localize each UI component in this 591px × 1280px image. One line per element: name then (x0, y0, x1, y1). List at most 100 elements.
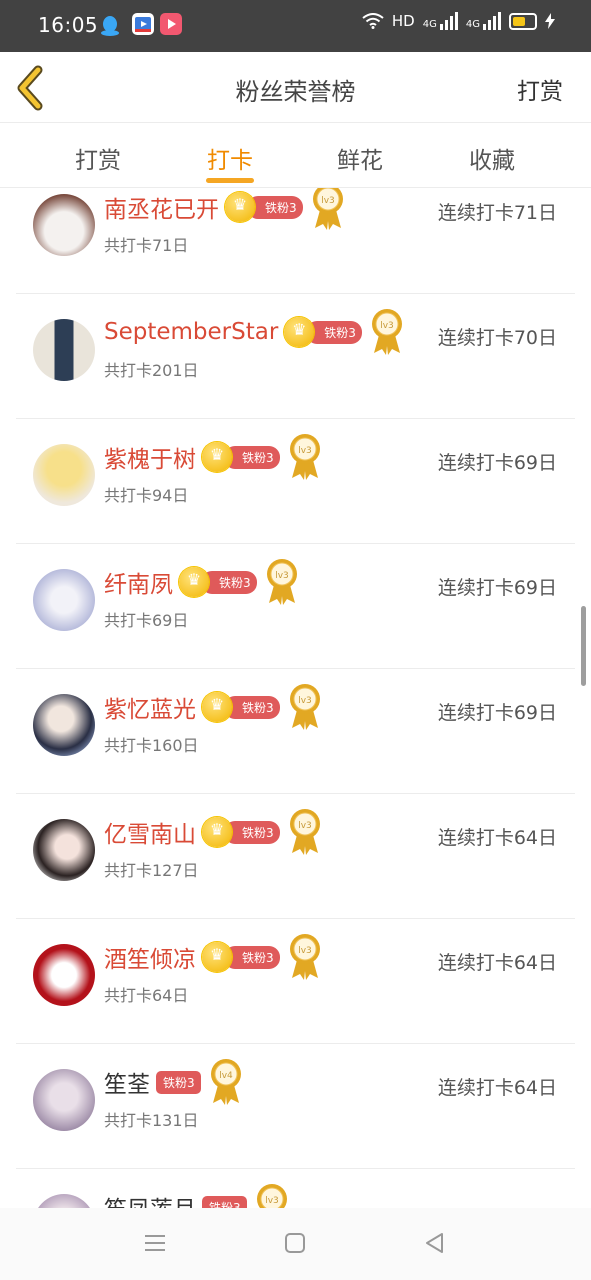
charging-icon (545, 13, 555, 29)
medal-lv3-icon: lv3 (289, 434, 320, 480)
avatar[interactable] (33, 1069, 95, 1131)
avatar[interactable] (33, 444, 95, 506)
total-checkins: 共打卡127日 (104, 861, 199, 880)
avatar[interactable] (33, 944, 95, 1006)
wifi-icon (362, 13, 384, 29)
streak-days: 连续打卡69日 (437, 702, 557, 724)
tab-flowers[interactable]: 鲜花 (337, 141, 383, 175)
menu-icon (145, 1235, 165, 1251)
medal-lv3-icon: lv3 (256, 1184, 287, 1208)
svg-text:lv3: lv3 (298, 821, 312, 831)
user-name[interactable]: SeptemberStar (104, 319, 278, 345)
play-app-icon (160, 13, 182, 35)
total-checkins: 共打卡201日 (104, 361, 199, 380)
list-item[interactable]: 南丞花已开 铁粉3 lv3 共打卡71日 连续打卡71日 (16, 188, 575, 294)
medal-lv3-icon: lv3 (289, 934, 320, 980)
list-item[interactable]: 紫槐于树 铁粉3 lv3 共打卡94日 连续打卡69日 (16, 418, 575, 544)
avatar[interactable] (33, 319, 95, 381)
page-title: 粉丝荣誉榜 (235, 78, 356, 106)
list-item[interactable]: 紫忆蓝光 铁粉3 lv3 共打卡160日 连续打卡69日 (16, 668, 575, 794)
avatar[interactable] (33, 694, 95, 756)
fan-level-badge: 铁粉3 (224, 695, 280, 719)
tip-button[interactable]: 打赏 (517, 72, 563, 106)
user-name[interactable]: 笙荃 (104, 1065, 150, 1099)
list-item[interactable]: 酒笙倾凉 铁粉3 lv3 共打卡64日 连续打卡64日 (16, 918, 575, 1044)
scrollbar[interactable] (581, 606, 586, 686)
total-checkins: 共打卡94日 (104, 486, 189, 505)
streak-days: 连续打卡70日 (437, 327, 557, 349)
streak-days: 连续打卡69日 (437, 577, 557, 599)
user-name[interactable]: 紫忆蓝光 (104, 690, 196, 724)
svg-text:lv3: lv3 (298, 696, 312, 706)
streak-days: 连续打卡69日 (437, 452, 557, 474)
back-triangle-icon (426, 1233, 443, 1253)
streak-days: 连续打卡64日 (437, 1077, 557, 1099)
medal-lv3-icon: lv3 (312, 188, 343, 230)
user-name[interactable]: 纤南夙 (104, 565, 173, 599)
list-item[interactable]: SeptemberStar 铁粉3 lv3 共打卡201日 连续打卡70日 (16, 293, 575, 419)
checkin-ranking-list: 南丞花已开 铁粉3 lv3 共打卡71日 连续打卡71日 SeptemberSt… (0, 188, 591, 1208)
avatar[interactable] (33, 1194, 95, 1208)
medal-lv3-icon: lv3 (289, 684, 320, 730)
svg-text:lv3: lv3 (265, 1196, 279, 1206)
user-name[interactable]: 笙凤莲月 (104, 1190, 196, 1208)
medal-lv3-icon: lv3 (266, 559, 297, 605)
crown-icon (202, 817, 232, 847)
active-tab-indicator (206, 178, 254, 183)
tab-checkin[interactable]: 打卡 (207, 141, 253, 175)
status-bar: 16:05 HD 4G 4G (0, 0, 591, 52)
video-app-icon (132, 13, 154, 35)
total-checkins: 共打卡71日 (104, 236, 189, 255)
tab-bar: 打赏 打卡 鲜花 收藏 (0, 123, 591, 188)
svg-text:lv4: lv4 (219, 1071, 233, 1081)
list-item[interactable]: 笙凤莲月 铁粉3 lv3 (16, 1168, 575, 1208)
crown-icon (202, 692, 232, 722)
system-nav-bar (0, 1208, 591, 1280)
fan-level-badge: 铁粉3 (224, 445, 280, 469)
fan-level-badge: 铁粉3 (201, 570, 257, 594)
svg-text:lv3: lv3 (298, 446, 312, 456)
medal-lv4-icon: lv4 (210, 1059, 241, 1105)
fan-level-badge: 铁粉3 (156, 1070, 201, 1094)
medal-lv3-icon: lv3 (289, 809, 320, 855)
avatar[interactable] (33, 819, 95, 881)
total-checkins: 共打卡160日 (104, 736, 199, 755)
streak-days: 连续打卡71日 (437, 202, 557, 224)
qq-app-icon (98, 13, 120, 36)
hd-indicator: HD (391, 12, 415, 30)
battery-icon (509, 12, 537, 30)
status-time: 16:05 (38, 13, 99, 37)
list-item[interactable]: 亿雪南山 铁粉3 lv3 共打卡127日 连续打卡64日 (16, 793, 575, 919)
svg-text:lv3: lv3 (298, 946, 312, 956)
svg-text:lv3: lv3 (380, 321, 394, 331)
avatar[interactable] (33, 569, 95, 631)
user-name[interactable]: 紫槐于树 (104, 440, 196, 474)
user-name[interactable]: 南丞花已开 (104, 190, 219, 224)
signal-2-icon (483, 12, 501, 30)
signal-1-icon (439, 12, 458, 30)
total-checkins: 共打卡64日 (104, 986, 189, 1005)
medal-lv3-icon: lv3 (371, 309, 402, 355)
svg-text:lv3: lv3 (321, 196, 335, 206)
streak-days: 连续打卡64日 (437, 952, 557, 974)
total-checkins: 共打卡69日 (104, 611, 189, 630)
fan-level-badge: 铁粉3 (202, 1195, 247, 1208)
fan-level-badge: 铁粉3 (224, 945, 280, 969)
avatar[interactable] (33, 194, 95, 256)
tab-favorites[interactable]: 收藏 (469, 141, 515, 175)
fan-level-badge: 铁粉3 (224, 820, 280, 844)
menu-button[interactable] (142, 1230, 168, 1256)
list-item[interactable]: 纤南夙 铁粉3 lv3 共打卡69日 连续打卡69日 (16, 543, 575, 669)
network-2-label: 4G (465, 19, 480, 30)
crown-icon (284, 317, 315, 347)
user-name[interactable]: 亿雪南山 (104, 815, 196, 849)
home-button[interactable] (282, 1230, 308, 1256)
crown-icon (179, 567, 209, 597)
crown-icon (202, 942, 232, 972)
home-icon (285, 1233, 305, 1253)
list-item[interactable]: 笙荃 铁粉3 lv4 共打卡131日 连续打卡64日 (16, 1043, 575, 1169)
streak-days: 连续打卡64日 (437, 827, 557, 849)
user-name[interactable]: 酒笙倾凉 (104, 940, 196, 974)
tab-tip[interactable]: 打赏 (75, 141, 121, 175)
nav-back-button[interactable] (422, 1230, 448, 1256)
